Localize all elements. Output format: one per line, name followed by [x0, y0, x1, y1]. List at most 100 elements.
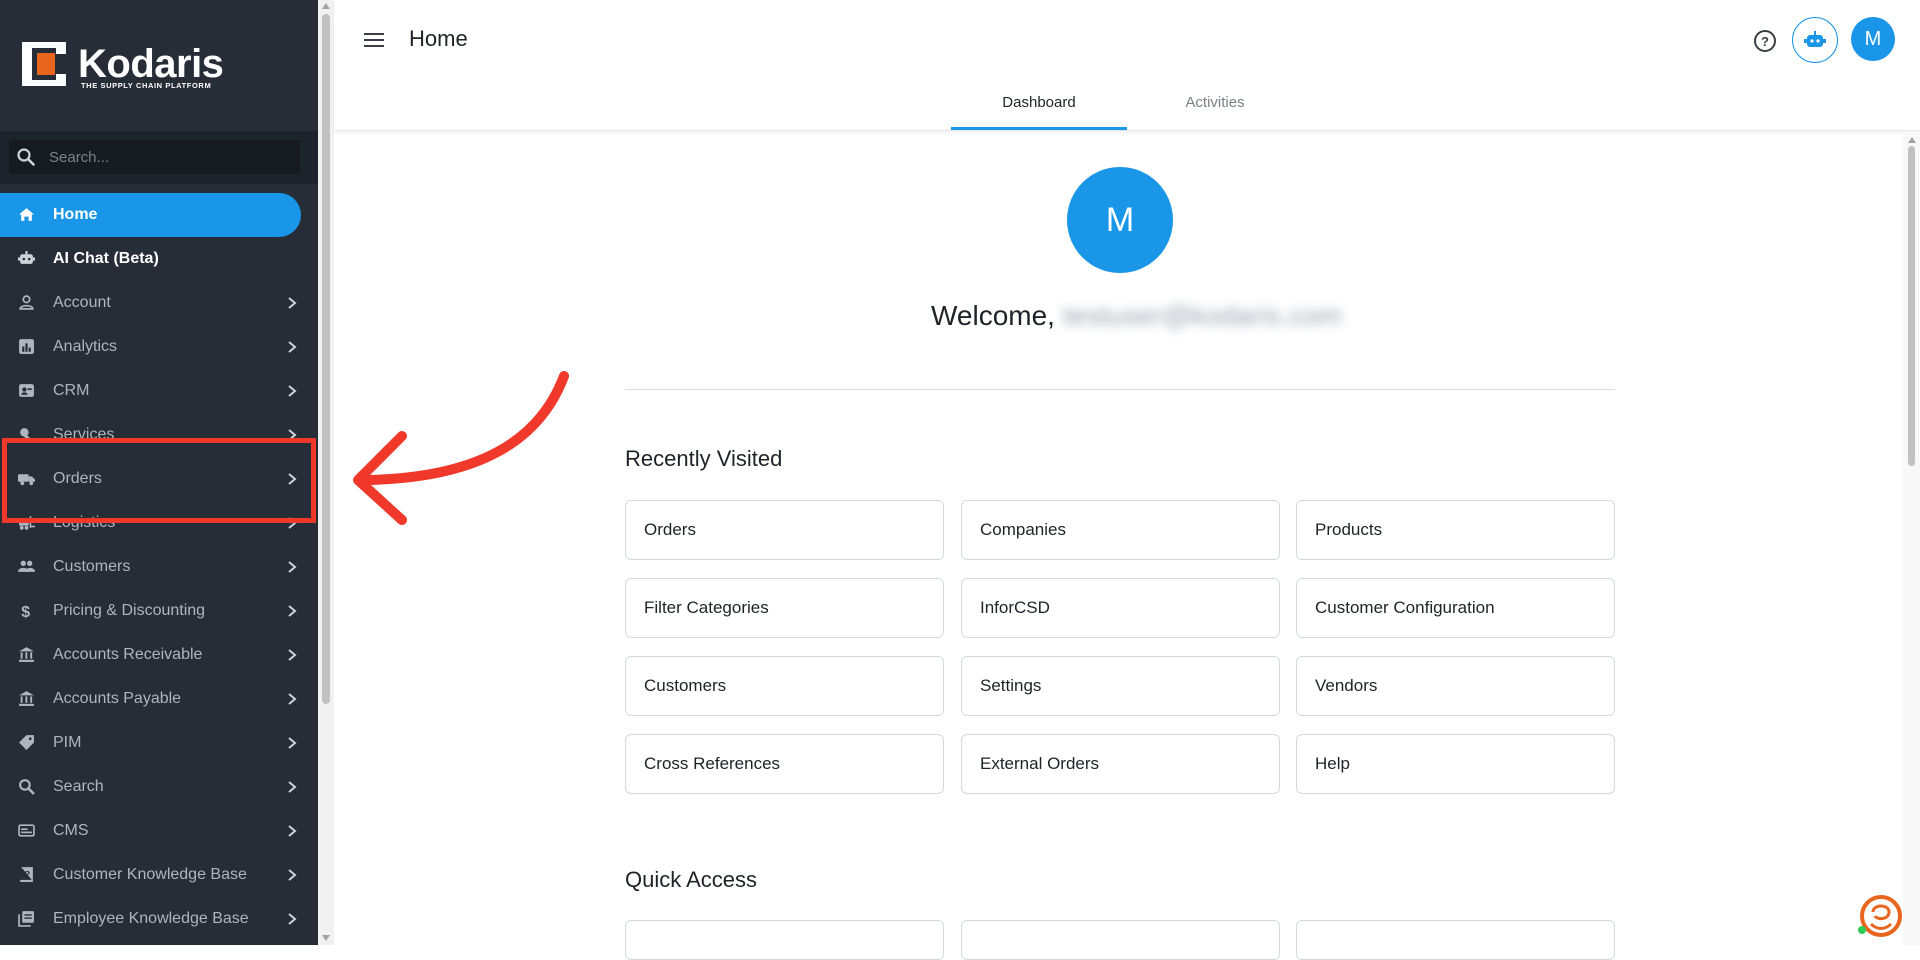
- tab-underline: [1127, 130, 1303, 131]
- scroll-up-icon[interactable]: [1908, 137, 1916, 143]
- quick-access-card[interactable]: [961, 920, 1280, 960]
- sidebar-item-label: Logistics: [53, 514, 116, 531]
- search-icon: [19, 779, 35, 795]
- chat-support-icon[interactable]: [1853, 890, 1903, 940]
- sidebar-item-logistics[interactable]: Logistics: [0, 501, 318, 545]
- sidebar-item-label: Customers: [53, 558, 131, 575]
- brand-name: Kodaris: [78, 42, 224, 86]
- tab-activities[interactable]: Activities: [1127, 87, 1303, 131]
- recent-card-cross-references[interactable]: Cross References: [625, 734, 944, 794]
- tag-icon: [19, 735, 34, 750]
- chevron-right-icon: [288, 913, 297, 925]
- sidebar-item-crm[interactable]: CRM: [0, 369, 318, 413]
- truck-icon: [18, 474, 35, 486]
- sidebar-item-label: Analytics: [53, 338, 118, 355]
- svg-text:?: ?: [1761, 34, 1769, 49]
- search-input[interactable]: [49, 140, 289, 174]
- sidebar-item-label: Home: [53, 206, 98, 223]
- bank-icon: [19, 647, 34, 662]
- group-icon: [18, 560, 35, 572]
- sidebar-search: [0, 131, 318, 184]
- recent-card-external-orders[interactable]: External Orders: [961, 734, 1280, 794]
- scroll-up-icon[interactable]: [322, 3, 330, 9]
- recent-card-filter-categories[interactable]: Filter Categories: [625, 578, 944, 638]
- recent-card-companies[interactable]: Companies: [961, 500, 1280, 560]
- recent-card-products[interactable]: Products: [1296, 500, 1615, 560]
- recent-card-vendors[interactable]: Vendors: [1296, 656, 1615, 716]
- sidebar-item-pricing[interactable]: $ Pricing & Discounting: [0, 589, 318, 633]
- profile-avatar: M: [1067, 167, 1173, 273]
- scrollbar-thumb[interactable]: [322, 14, 330, 704]
- hamburger-menu-icon[interactable]: [362, 28, 386, 52]
- chevron-right-icon: [288, 605, 297, 617]
- chevron-right-icon: [288, 649, 297, 661]
- quick-access-title: Quick Access: [625, 867, 758, 892]
- search-box[interactable]: [9, 140, 300, 174]
- sidebar-item-employee-kb[interactable]: Employee Knowledge Base: [0, 897, 318, 941]
- sidebar-item-home[interactable]: Home: [0, 193, 318, 237]
- active-indicator: [0, 193, 301, 237]
- sidebar-item-customers[interactable]: Customers: [0, 545, 318, 589]
- sidebar-item-label: CRM: [53, 382, 90, 399]
- sidebar-item-label: Orders: [53, 470, 102, 487]
- welcome-message: Welcome, testuser@kodaris.com: [931, 300, 1342, 332]
- sidebar-scrollbar[interactable]: [318, 0, 334, 945]
- sidebar-item-cms[interactable]: CMS: [0, 809, 318, 853]
- user-avatar-button[interactable]: M: [1851, 17, 1895, 61]
- quick-access-card[interactable]: [625, 920, 944, 960]
- recent-card-help[interactable]: Help: [1296, 734, 1615, 794]
- quick-access-card[interactable]: [1296, 920, 1615, 960]
- home-icon: [19, 208, 34, 221]
- welcome-email: testuser@kodaris.com: [1062, 300, 1342, 331]
- help-book-icon: ?: [19, 867, 33, 882]
- sidebar-item-analytics[interactable]: Analytics: [0, 325, 318, 369]
- search-icon: [17, 148, 35, 166]
- sidebar-item-services[interactable]: Services: [0, 413, 318, 457]
- sidebar-item-orders[interactable]: Orders: [0, 457, 318, 501]
- recent-card-customers[interactable]: Customers: [625, 656, 944, 716]
- recent-card-customer-configuration[interactable]: Customer Configuration: [1296, 578, 1615, 638]
- robot-icon: [18, 251, 35, 264]
- brand-tagline: THE SUPPLY CHAIN PLATFORM: [81, 81, 212, 90]
- sidebar: Kodaris THE SUPPLY CHAIN PLATFORM Home A…: [0, 0, 318, 945]
- sidebar-item-account[interactable]: Account: [0, 281, 318, 325]
- bank-icon: [19, 691, 34, 706]
- svg-text:?: ?: [24, 870, 30, 881]
- sidebar-item-label: AI Chat (Beta): [53, 250, 159, 267]
- sidebar-nav: Home AI Chat (Beta) Account Analytics CR…: [0, 193, 318, 941]
- robot-icon: [1804, 31, 1826, 47]
- help-icon[interactable]: ?: [1751, 27, 1779, 55]
- sidebar-item-customer-kb[interactable]: ? Customer Knowledge Base: [0, 853, 318, 897]
- chevron-right-icon: [288, 737, 297, 749]
- chevron-right-icon: [288, 385, 297, 397]
- sidebar-item-accounts-payable[interactable]: Accounts Payable: [0, 677, 318, 721]
- recent-card-inforcsd[interactable]: InforCSD: [961, 578, 1280, 638]
- dollar-icon: $: [21, 604, 30, 619]
- sidebar-item-pim[interactable]: PIM: [0, 721, 318, 765]
- sidebar-item-search[interactable]: Search: [0, 765, 318, 809]
- main-scrollbar[interactable]: [1903, 131, 1920, 945]
- sidebar-item-label: Accounts Receivable: [53, 646, 203, 663]
- chevron-right-icon: [288, 473, 297, 485]
- kodaris-logo-icon: [22, 42, 66, 86]
- sidebar-item-ai-chat[interactable]: AI Chat (Beta): [0, 237, 318, 281]
- recent-card-orders[interactable]: Orders: [625, 500, 944, 560]
- chart-icon: [19, 339, 34, 354]
- sidebar-item-label: Customer Knowledge Base: [53, 866, 247, 883]
- contact-card-icon: [19, 384, 34, 397]
- library-icon: [18, 911, 34, 927]
- wrench-icon: [20, 428, 32, 442]
- logo-area: Kodaris THE SUPPLY CHAIN PLATFORM: [0, 0, 318, 131]
- scrollbar-thumb[interactable]: [1908, 146, 1915, 466]
- sidebar-item-label: Accounts Payable: [53, 690, 182, 707]
- sidebar-item-label: Account: [53, 294, 111, 311]
- recent-card-settings[interactable]: Settings: [961, 656, 1280, 716]
- page-title: Home: [409, 26, 468, 51]
- chevron-right-icon: [288, 517, 297, 529]
- ai-chat-button[interactable]: [1792, 17, 1838, 63]
- sidebar-item-accounts-receivable[interactable]: Accounts Receivable: [0, 633, 318, 677]
- sidebar-item-label: Employee Knowledge Base: [53, 910, 249, 927]
- scroll-down-icon[interactable]: [322, 935, 330, 941]
- sidebar-item-label: Search: [53, 778, 104, 795]
- tab-dashboard[interactable]: Dashboard: [951, 87, 1127, 131]
